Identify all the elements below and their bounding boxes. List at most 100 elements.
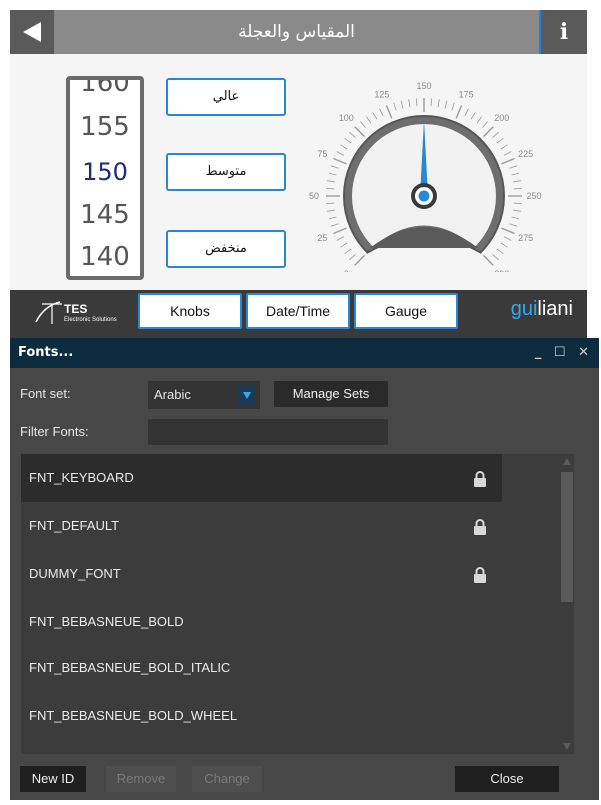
scroll-thumb[interactable] bbox=[560, 472, 574, 722]
gauge-tick bbox=[455, 105, 463, 119]
speed-gauge: 0 25 50 75 100 125 150 175 200 225 250 275 300 bbox=[309, 81, 542, 272]
app-preview: المقياس والعجلة i 160 155 150 145 140 عا… bbox=[10, 10, 587, 338]
gauge-tick bbox=[482, 126, 494, 138]
remove-button[interactable]: Remove bbox=[106, 766, 176, 792]
filter-fonts-label: Filter Fonts: bbox=[20, 424, 89, 439]
info-button[interactable]: i bbox=[539, 10, 587, 54]
gauge-tick bbox=[336, 236, 344, 241]
font-name: FNT_BEBASNEUE_BOLD_ITALIC bbox=[29, 660, 231, 675]
demo-toolbar: TES Electronic Solutions Knobs Date/Time… bbox=[10, 290, 587, 338]
tes-logo-subtext: Electronic Solutions bbox=[64, 317, 117, 323]
gauge-tick bbox=[509, 223, 518, 227]
filter-fonts-input[interactable] bbox=[148, 419, 388, 445]
gauge-tick bbox=[444, 100, 448, 109]
gauge-tick bbox=[415, 98, 418, 107]
gauge-tick bbox=[513, 202, 522, 205]
font-name: DUMMY_FONT bbox=[29, 566, 121, 581]
gauge-tick bbox=[326, 187, 335, 190]
gauge-tick bbox=[354, 126, 366, 138]
gauge-tick-label: 225 bbox=[518, 149, 533, 159]
gauge-tick bbox=[476, 116, 482, 124]
gauge-hub-center bbox=[418, 190, 430, 202]
wheel-value: 160 bbox=[80, 76, 130, 98]
gauge-tick bbox=[501, 227, 515, 235]
gauge-tick bbox=[360, 121, 366, 128]
gauge-tick-label: 125 bbox=[374, 89, 389, 99]
font-list-item[interactable]: FNT_KEYBOARD bbox=[21, 454, 502, 502]
wheel-value-selected: 150 bbox=[82, 158, 128, 186]
scroll-down-icon[interactable] bbox=[563, 743, 571, 750]
manage-sets-button[interactable]: Manage Sets bbox=[274, 381, 388, 407]
gauge-tick bbox=[511, 216, 520, 220]
app-titlebar: المقياس والعجلة i bbox=[10, 10, 587, 54]
font-list-item[interactable]: DUMMY_FONT bbox=[21, 550, 502, 598]
number-wheel[interactable]: 160 155 150 145 140 bbox=[66, 76, 144, 280]
gauge-tick bbox=[504, 151, 512, 156]
gauge-tick bbox=[330, 223, 339, 227]
gauge-tick bbox=[451, 102, 455, 111]
close-button[interactable]: Close bbox=[455, 766, 559, 792]
font-list-item[interactable]: FNT_BEBASNEUE_BOLD_ITALIC bbox=[21, 644, 502, 692]
choice-high-button[interactable]: عالي bbox=[166, 78, 286, 116]
gauge-tick bbox=[379, 108, 384, 116]
font-list-item[interactable]: FNT_BEBASNEUE_BOLD bbox=[21, 598, 502, 646]
gauge-tick bbox=[327, 180, 336, 183]
gauge-tick bbox=[512, 209, 521, 212]
gauge-tick bbox=[437, 99, 440, 108]
change-button[interactable]: Change bbox=[192, 766, 262, 792]
dialog-titlebar[interactable]: Fonts... _ ☐ ✕ bbox=[10, 338, 599, 368]
gauge-tick bbox=[482, 254, 494, 266]
gauge-tick bbox=[500, 144, 508, 150]
window-controls[interactable]: _ ☐ ✕ bbox=[535, 338, 593, 368]
gauge-tick bbox=[349, 254, 356, 260]
font-list-item[interactable]: FNT_DEFAULT bbox=[21, 502, 502, 550]
wheel-value: 140 bbox=[80, 242, 130, 272]
dropdown-arrow-icon[interactable] bbox=[238, 385, 256, 405]
gauge-tick bbox=[326, 202, 335, 205]
font-list[interactable]: FNT_KEYBOARD FNT_DEFAULT DUMMY_FONT FNT_BEB… bbox=[21, 454, 569, 754]
gauge-tick-label: 175 bbox=[459, 89, 474, 99]
gauge-tick-label: 200 bbox=[494, 113, 509, 123]
gauge-tick-label: 0 bbox=[344, 269, 349, 272]
gauge-tick bbox=[512, 180, 521, 183]
back-button[interactable] bbox=[10, 10, 54, 54]
gauge-tick bbox=[372, 112, 378, 120]
knobs-button[interactable]: Knobs bbox=[138, 293, 242, 329]
gauge-tick bbox=[504, 236, 512, 241]
gauge-tick bbox=[501, 157, 515, 165]
gauge-tick bbox=[464, 108, 469, 116]
fonts-dialog: Fonts... _ ☐ ✕ Font set: Arabic Manage S… bbox=[10, 338, 599, 800]
dialog-title: Fonts... bbox=[18, 345, 74, 360]
wheel-value: 155 bbox=[80, 112, 130, 142]
gauge-tick bbox=[496, 138, 504, 144]
gauge-tick bbox=[492, 132, 499, 138]
gauge-tick bbox=[354, 254, 366, 266]
gauge-tick bbox=[492, 254, 499, 260]
gauge-tick bbox=[344, 248, 352, 254]
choice-low-button[interactable]: منخفض bbox=[166, 230, 286, 268]
gauge-tick-label: 300 bbox=[494, 269, 509, 272]
datetime-button[interactable]: Date/Time bbox=[246, 293, 350, 329]
gauge-button[interactable]: Gauge bbox=[354, 293, 458, 329]
new-id-button[interactable]: New ID bbox=[20, 766, 86, 792]
font-name: FNT_BEBASNEUE_BOLD_WHEEL bbox=[29, 708, 238, 723]
font-set-dropdown[interactable]: Arabic bbox=[148, 381, 260, 409]
font-name: FNT_KEYBOARD bbox=[29, 470, 134, 485]
font-list-scrollbar[interactable] bbox=[560, 454, 574, 754]
gauge-tick bbox=[470, 112, 476, 120]
gauge-tick-label: 50 bbox=[309, 191, 319, 201]
gauge-tick bbox=[330, 165, 339, 169]
guiliani-logo: guiliani bbox=[510, 298, 573, 320]
gauge-tick bbox=[430, 98, 433, 107]
font-list-item[interactable]: FNT_BEBASNEUE_BOLD_WHEEL bbox=[21, 692, 502, 740]
font-name: FNT_DEFAULT bbox=[29, 518, 120, 533]
scroll-up-icon[interactable] bbox=[563, 458, 571, 465]
gauge-tick bbox=[340, 242, 348, 248]
gauge-tick bbox=[500, 242, 508, 248]
gauge-tick bbox=[333, 157, 347, 165]
gauge-tick-label: 25 bbox=[317, 233, 327, 243]
gauge-tick bbox=[400, 100, 404, 109]
tes-logo-text: TES bbox=[64, 302, 87, 316]
choice-medium-button[interactable]: متوسط bbox=[166, 153, 286, 191]
lock-icon bbox=[474, 519, 486, 535]
